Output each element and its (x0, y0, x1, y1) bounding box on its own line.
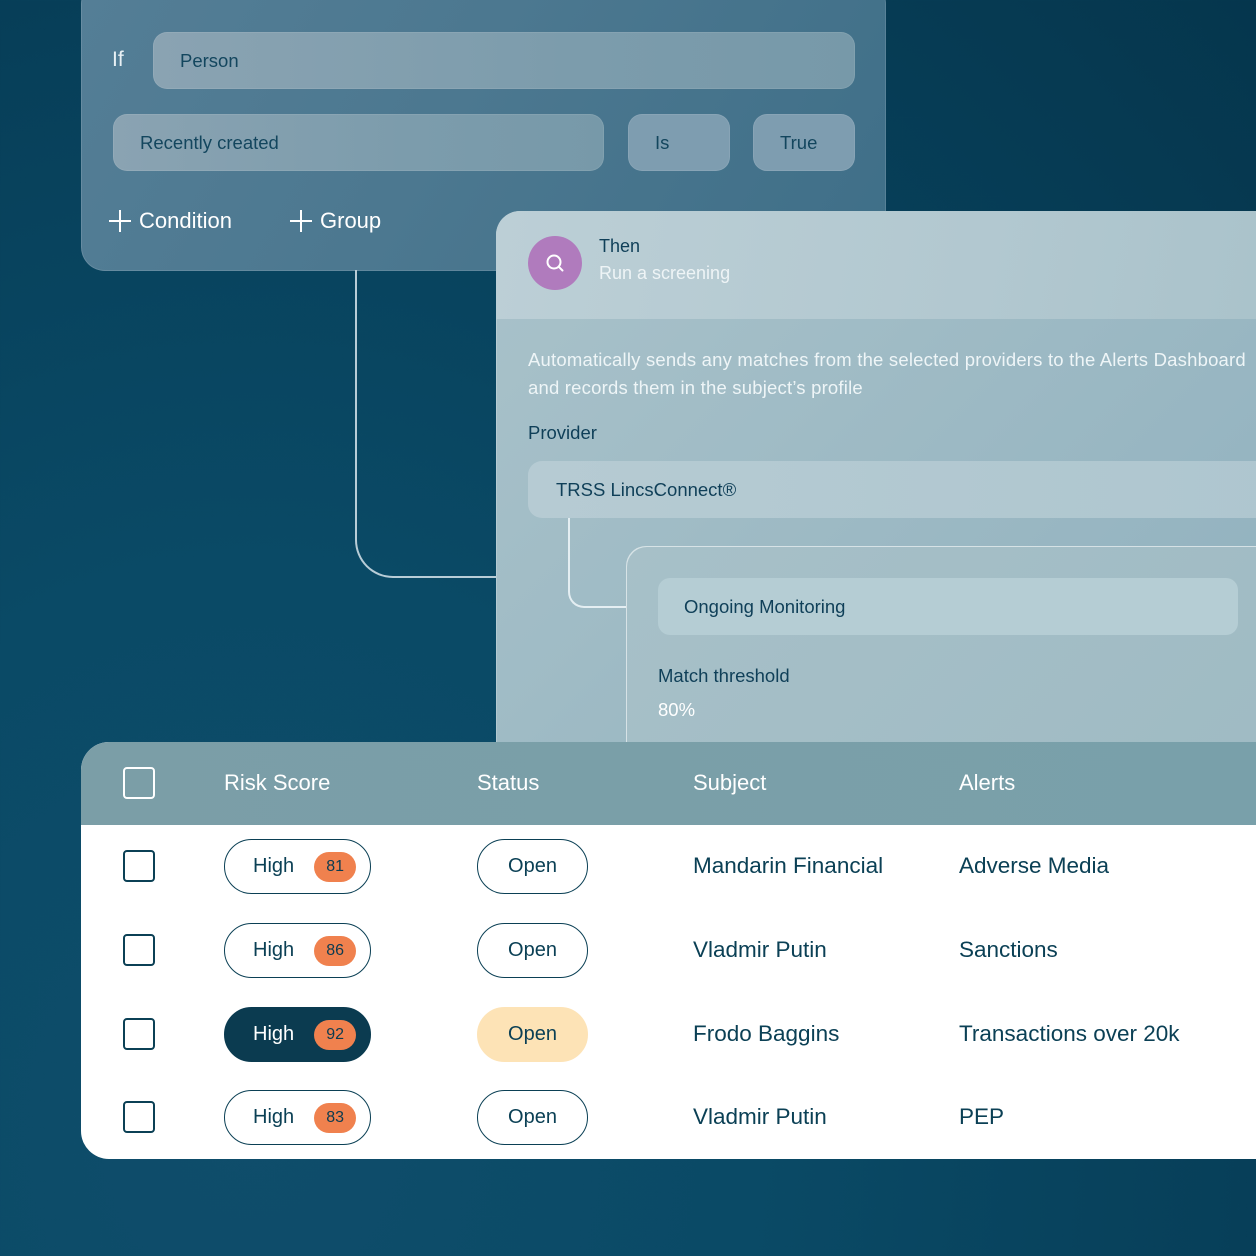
table-row[interactable]: High 81 Open Mandarin Financial Adverse … (81, 825, 1256, 909)
table-row[interactable]: High 83 Open Vladmir Putin PEP (81, 1076, 1256, 1159)
if-label: If (112, 48, 124, 71)
operator-select-value: Is (655, 131, 670, 153)
row-checkbox[interactable] (123, 1101, 155, 1133)
row-checkbox[interactable] (123, 850, 155, 882)
action-card-header: Then Run a screening (496, 211, 1256, 319)
alert-cell: Sanctions (959, 937, 1058, 962)
select-all-checkbox[interactable] (123, 767, 155, 799)
risk-score-badge[interactable]: High 86 (224, 923, 371, 978)
column-header-status[interactable]: Status (477, 770, 539, 796)
risk-score-value: 92 (314, 1019, 357, 1050)
table-row[interactable]: High 86 Open Vladmir Putin Sanctions (81, 909, 1256, 993)
subject-cell[interactable]: Frodo Baggins (693, 1021, 839, 1047)
risk-score-value: 81 (314, 851, 357, 882)
risk-score-value: 86 (314, 935, 357, 966)
action-card: Then Run a screening Automatically sends… (496, 211, 1256, 771)
status-badge[interactable]: Open (477, 1090, 588, 1145)
status-badge[interactable]: Open (477, 923, 588, 978)
risk-score-badge[interactable]: High 81 (224, 839, 371, 894)
alert-cell: Adverse Media (959, 853, 1110, 878)
search-icon (528, 236, 582, 290)
add-condition-button[interactable]: Condition (109, 208, 232, 234)
alert-cell: Transactions over 20k (959, 1021, 1180, 1046)
row-checkbox[interactable] (123, 934, 155, 966)
add-condition-label: Condition (139, 208, 232, 233)
plus-icon (290, 210, 312, 232)
plus-icon (109, 210, 131, 232)
value-select-value: True (780, 131, 818, 153)
add-group-button[interactable]: Group (290, 208, 381, 234)
risk-score-value: 83 (314, 1102, 357, 1133)
risk-level: High (253, 1106, 295, 1128)
condition-select-value: Recently created (140, 131, 279, 153)
action-title: Then (599, 236, 641, 256)
action-description: Automatically sends any matches from the… (528, 349, 1246, 398)
table-row[interactable]: High 92 Open Frodo Baggins Transactions … (81, 993, 1256, 1077)
operator-select[interactable]: Is (628, 114, 730, 171)
alert-cell: PEP (959, 1104, 1005, 1129)
provider-select-value: TRSS LincsConnect® (556, 478, 737, 500)
subject-cell[interactable]: Mandarin Financial (693, 853, 883, 879)
match-threshold-value[interactable]: 80% (658, 699, 695, 721)
provider-connector-line (568, 518, 628, 608)
value-select[interactable]: True (753, 114, 855, 171)
column-header-risk-score[interactable]: Risk Score (224, 770, 330, 796)
provider-label: Provider (528, 422, 597, 443)
column-header-alerts[interactable]: Alerts (959, 770, 1015, 796)
entity-select[interactable]: Person (153, 32, 855, 89)
table-header: Risk Score Status Subject Alerts (81, 742, 1256, 825)
match-threshold-label: Match threshold (658, 665, 790, 686)
add-group-label: Group (320, 208, 382, 233)
column-header-subject[interactable]: Subject (693, 770, 766, 796)
flow-connector-line (355, 270, 515, 578)
subject-cell[interactable]: Vladmir Putin (693, 937, 827, 963)
monitoring-select-value: Ongoing Monitoring (684, 595, 846, 617)
status-badge[interactable]: Open (477, 1007, 588, 1062)
condition-select[interactable]: Recently created (113, 114, 604, 171)
risk-level: High (253, 855, 295, 877)
provider-select[interactable]: TRSS LincsConnect® (528, 461, 1256, 518)
entity-select-value: Person (180, 49, 239, 71)
alerts-table: Risk Score Status Subject Alerts High 81… (81, 742, 1256, 1159)
risk-score-badge[interactable]: High 83 (224, 1090, 371, 1145)
risk-level: High (253, 1023, 295, 1045)
risk-level: High (253, 939, 295, 961)
provider-settings-card: Ongoing Monitoring Match threshold 80% (626, 546, 1256, 771)
action-subtitle: Run a screening (599, 263, 731, 283)
row-checkbox[interactable] (123, 1018, 155, 1050)
monitoring-select[interactable]: Ongoing Monitoring (658, 578, 1238, 635)
subject-cell[interactable]: Vladmir Putin (693, 1104, 827, 1130)
status-badge[interactable]: Open (477, 839, 588, 894)
risk-score-badge[interactable]: High 92 (224, 1007, 371, 1062)
